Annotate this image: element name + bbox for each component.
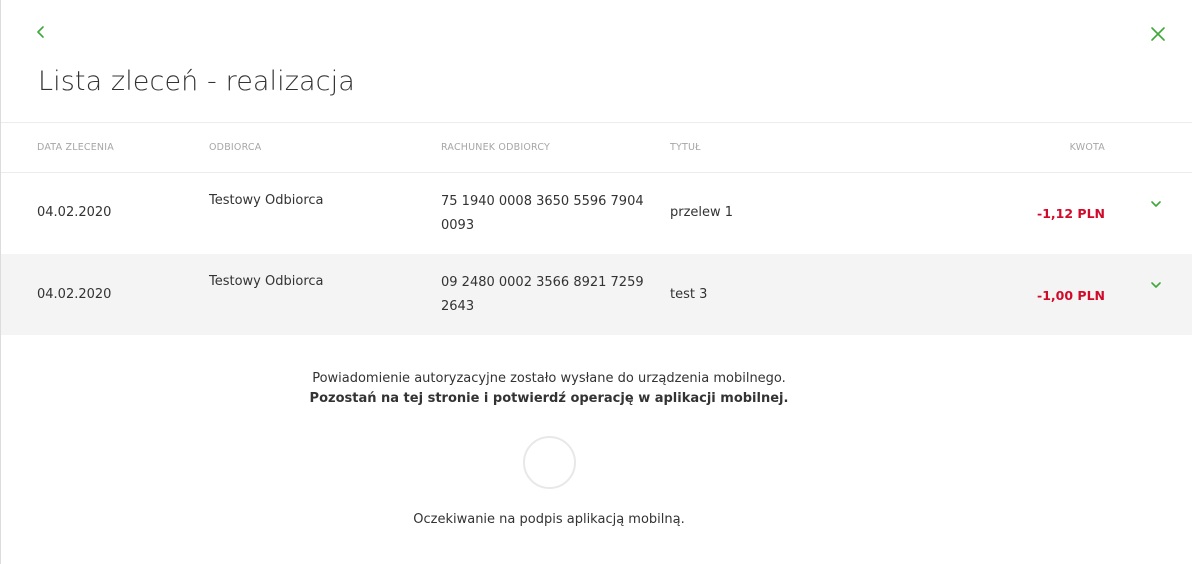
row-title: przelew 1 [670, 205, 734, 220]
notice-message: Powiadomienie autoryzacyjne zostało wysł… [312, 371, 786, 386]
back-button[interactable] [31, 22, 51, 42]
row-recipient: Testowy Odbiorca [209, 193, 324, 208]
column-header-account: RACHUNEK ODBIORCY [441, 142, 551, 153]
waiting-status: Oczekiwanie na podpis aplikacją mobilną. [413, 512, 685, 527]
row-expand-button[interactable] [1148, 196, 1164, 212]
table-header: DATA ZLECENIA ODBIORCA RACHUNEK ODBIORCY… [1, 122, 1192, 173]
column-header-recipient: ODBIORCA [209, 142, 262, 153]
column-header-amount: KWOTA [1069, 142, 1105, 153]
orders-table: DATA ZLECENIA ODBIORCA RACHUNEK ODBIORCY… [1, 122, 1192, 335]
row-expand-button[interactable] [1148, 277, 1164, 293]
row-date: 04.02.2020 [37, 205, 112, 220]
chevron-left-icon [37, 26, 44, 38]
row-title: test 3 [670, 287, 708, 302]
chevron-down-icon [1151, 282, 1161, 288]
authorization-notice: Powiadomienie autoryzacyjne zostało wysł… [1, 369, 1097, 409]
row-amount: -1,12 PLN [1037, 206, 1105, 221]
column-header-title: TYTUŁ [670, 142, 701, 153]
row-account: 75 1940 0008 3650 5596 7904 0093 [441, 194, 644, 233]
close-icon [1151, 27, 1165, 41]
row-recipient: Testowy Odbiorca [209, 274, 324, 289]
payment-orders-page: Lista zleceń - realizacja DATA ZLECENIA … [0, 0, 1192, 564]
loading-spinner [523, 436, 576, 489]
row-amount: -1,00 PLN [1037, 288, 1105, 303]
column-header-date: DATA ZLECENIA [37, 142, 114, 153]
row-date: 04.02.2020 [37, 287, 112, 302]
close-button[interactable] [1148, 24, 1168, 44]
chevron-down-icon [1151, 201, 1161, 207]
notice-instruction: Pozostań na tej stronie i potwierdź oper… [309, 391, 789, 406]
row-account: 09 2480 0002 3566 8921 7259 2643 [441, 275, 644, 314]
page-title: Lista zleceń - realizacja [38, 66, 355, 97]
table-row[interactable]: 04.02.2020 Testowy Odbiorca 09 2480 0002… [1, 254, 1192, 335]
table-row[interactable]: 04.02.2020 Testowy Odbiorca 75 1940 0008… [1, 173, 1192, 254]
